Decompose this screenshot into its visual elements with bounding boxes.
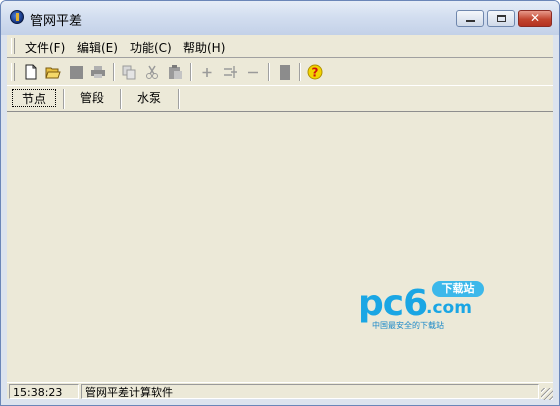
resize-grip[interactable] [541,388,553,400]
maximize-button[interactable] [487,10,515,27]
content-area[interactable] [7,112,553,382]
svg-text:?: ? [312,66,319,80]
minimize-button[interactable] [456,10,484,27]
tab-divider [178,89,180,109]
remove-icon [248,71,258,74]
tab-divider [63,89,65,109]
menu-function[interactable]: 功能(C) [130,39,172,56]
toolbar-grip[interactable] [11,63,15,81]
new-file-icon [25,64,37,80]
toolbar: ? [7,59,553,86]
status-bar: 15:38:23 管网平差计算软件 [7,382,553,400]
save-button[interactable] [68,64,84,80]
menu-help[interactable]: 帮助(H) [183,39,225,56]
tab-bar: 节点 管段 水泵 [7,87,553,112]
tab-pipe-segment[interactable]: 管段 [66,89,118,107]
watermark-tagline: 中国最安全的下载站 [372,321,444,330]
tab-node[interactable]: 节点 [12,89,56,107]
status-time: 15:38:23 [9,384,79,399]
copy-icon [122,65,136,80]
help-icon: ? [307,64,323,80]
status-text: 管网平差计算软件 [81,384,539,399]
app-window: 管网平差 ✕ 文件(F) 编辑(E) 功能(C) 帮助(H) ? 节点 管段 水… [0,0,560,406]
menu-edit[interactable]: 编辑(E) [77,39,118,56]
window-title: 管网平差 [30,14,83,29]
insert-button[interactable] [222,64,238,80]
paste-button[interactable] [167,64,183,80]
toolbar-separator [268,63,270,81]
tab-divider [120,89,122,109]
close-icon: ✕ [530,11,541,25]
pc6-watermark: pc6 .com 下载站 中国最安全的下载站 [358,281,488,334]
help-button[interactable]: ? [307,64,323,80]
save-icon [70,66,83,79]
close-button[interactable]: ✕ [518,10,552,27]
menu-file[interactable]: 文件(F) [25,39,65,56]
menu-bar-grip[interactable] [11,38,15,54]
print-icon [91,66,105,78]
tab-pump[interactable]: 水泵 [123,89,175,107]
watermark-domain: .com [426,298,472,318]
menu-bar: 文件(F) 编辑(E) 功能(C) 帮助(H) [7,35,553,58]
cut-icon [146,65,158,79]
toolbar-separator [299,63,301,81]
calculate-icon [280,65,290,80]
title-bar[interactable]: 管网平差 ✕ [1,1,559,35]
client-area: 文件(F) 编辑(E) 功能(C) 帮助(H) ? 节点 管段 水泵 pc6 .… [7,35,553,400]
watermark-badge: 下载站 [432,281,484,297]
toolbar-separator [113,63,115,81]
watermark-logo: pc6 [358,283,428,324]
insert-icon [224,66,237,78]
print-button[interactable] [90,64,106,80]
cut-button[interactable] [144,64,160,80]
minimize-icon [466,20,475,22]
new-file-button[interactable] [23,64,39,80]
add-icon [202,68,212,77]
app-icon[interactable] [10,10,24,24]
maximize-icon [497,15,506,22]
remove-button[interactable] [245,64,261,80]
open-button[interactable] [45,64,61,80]
copy-button[interactable] [121,64,137,80]
open-folder-icon [45,67,61,79]
paste-icon [169,65,182,79]
calculate-button[interactable] [277,64,293,80]
add-button[interactable] [199,64,215,80]
toolbar-separator [190,63,192,81]
